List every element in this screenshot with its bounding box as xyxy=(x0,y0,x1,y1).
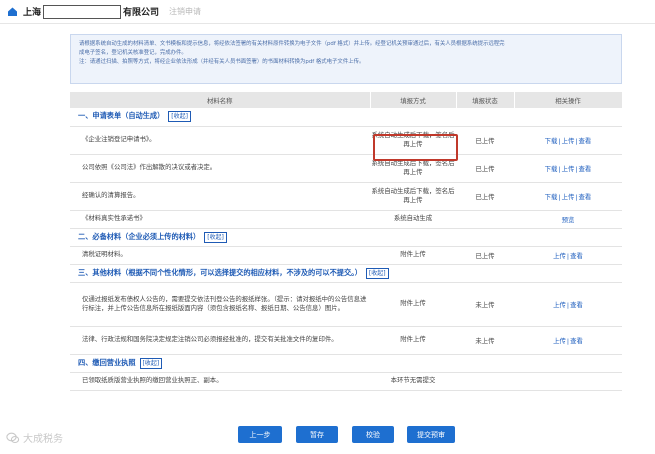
instruction-notice: 请根据系统自动生成的材料清单、文书模板和提示信息，将经依法签署的有关材料原件转换… xyxy=(70,34,622,84)
materials-table: 材料名称 填报方式 填报状态 相关操作 一、申请表单（自动生成） [收起] 《企业… xyxy=(70,92,623,391)
material-name: 仅通过报纸发布债权人公告的，需要提交依法刊登公告的报纸样张。（提示：请对报纸中的… xyxy=(70,282,370,327)
view-link[interactable]: 查看 xyxy=(570,252,583,260)
fill-status xyxy=(456,372,514,391)
fill-method: 系统自动生成后下载，签名后再上传 xyxy=(370,154,456,183)
col-header-ops: 相关操作 xyxy=(514,92,623,108)
row-operations: 上传|查看 xyxy=(514,246,622,265)
col-header-status: 填报状态 xyxy=(456,92,515,108)
material-name: 公司依照《公司法》作出解散的决议或者决定。 xyxy=(70,154,370,183)
table-row: 经确认的清算报告。 系统自动生成后下载，签名后再上传 已上传 下载|上传|查看 xyxy=(70,182,622,211)
company-name-prefix: 上海 xyxy=(23,8,42,18)
row-operations: 上传|查看 xyxy=(514,282,622,327)
col-header-method: 填报方式 xyxy=(370,92,457,108)
fill-status: 已上传 xyxy=(456,126,514,155)
fill-status: 已上传 xyxy=(456,154,514,183)
redacted-company-name xyxy=(43,4,122,19)
collapse-button[interactable]: [收起] xyxy=(365,267,389,279)
table-row: 已领取纸质版营业执照的缴回营业执照正、副本。 本环节无需提交 xyxy=(70,372,622,391)
row-operations: 预览 xyxy=(514,210,622,229)
upload-link[interactable]: 上传 xyxy=(553,337,566,345)
fill-method: 附件上传 xyxy=(370,326,456,355)
material-name: 已领取纸质版营业执照的缴回营业执照正、副本。 xyxy=(70,372,370,391)
upload-link[interactable]: 上传 xyxy=(562,137,575,145)
row-operations: 下载|上传|查看 xyxy=(514,182,622,211)
validate-button[interactable]: 校验 xyxy=(352,426,394,443)
prev-step-button[interactable]: 上一步 xyxy=(238,426,282,443)
view-link[interactable]: 查看 xyxy=(570,301,583,309)
fill-method: 系统自动生成后下载，签名后再上传 xyxy=(370,126,456,155)
notice-line-3: 注：请通过扫描、拍照等方式，将经企业依法形成（并经有关人员书面签署）的书面材料转… xyxy=(79,59,365,66)
fill-status xyxy=(456,210,514,229)
home-icon[interactable] xyxy=(6,6,18,18)
material-name: 清税证明材料。 xyxy=(70,246,370,265)
fill-method: 附件上传 xyxy=(370,282,456,327)
section-title: 四、缴回营业执照 xyxy=(78,357,136,367)
row-operations: 下载|上传|查看 xyxy=(514,154,622,183)
section-row-application-forms: 一、申请表单（自动生成） [收起] xyxy=(70,108,622,127)
section-row-return-license: 四、缴回营业执照 [收起] xyxy=(70,354,622,373)
upload-link[interactable]: 上传 xyxy=(553,301,566,309)
fill-method: 本环节无需提交 xyxy=(370,372,456,391)
col-header-name: 材料名称 xyxy=(70,92,371,108)
material-name: 《材料真实性承诺书》 xyxy=(70,210,370,229)
material-name: 法律、行政法规和国务院决定规定注销公司必须报经批准的，提交有关批准文件的复印件。 xyxy=(70,326,370,355)
table-row: 仅通过报纸发布债权人公告的，需要提交依法刊登公告的报纸样张。（提示：请对报纸中的… xyxy=(70,282,622,327)
fill-status: 未上传 xyxy=(456,326,514,355)
view-link[interactable]: 查看 xyxy=(570,337,583,345)
materials-table-wrapper: 材料名称 填报方式 填报状态 相关操作 一、申请表单（自动生成） [收起] 《企业… xyxy=(70,92,623,391)
section-title: 二、必备材料（企业必须上传的材料） xyxy=(78,231,201,241)
view-link[interactable]: 查看 xyxy=(579,193,592,201)
upload-link[interactable]: 上传 xyxy=(562,193,575,201)
fill-method: 附件上传 xyxy=(370,246,456,265)
row-operations: 上传|查看 xyxy=(514,326,622,355)
collapse-button[interactable]: [收起] xyxy=(139,357,163,369)
section-title: 三、其他材料（根据不同个性化情形，可以选择提交的相应材料，不涉及的可以不提交。） xyxy=(78,267,362,277)
table-row: 公司依照《公司法》作出解散的决议或者决定。 系统自动生成后下载，签名后再上传 已… xyxy=(70,154,622,183)
page-header: 上海 有限公司 注销申请 xyxy=(0,0,655,24)
row-operations: 下载|上传|查看 xyxy=(514,126,622,155)
view-link[interactable]: 查看 xyxy=(579,137,592,145)
breadcrumb: 注销申请 xyxy=(169,7,202,16)
fill-status: 未上传 xyxy=(456,282,514,327)
section-title: 一、申请表单（自动生成） xyxy=(78,111,165,121)
watermark-text: 大成税务 xyxy=(23,434,63,445)
table-row: 清税证明材料。 附件上传 已上传 上传|查看 xyxy=(70,246,622,265)
table-row: 法律、行政法规和国务院决定规定注销公司必须报经批准的，提交有关批准文件的复印件。… xyxy=(70,326,622,355)
download-link[interactable]: 下载 xyxy=(545,137,558,145)
fill-status: 已上传 xyxy=(456,182,514,211)
table-row: 《材料真实性承诺书》 系统自动生成 预览 xyxy=(70,210,622,229)
preview-link[interactable]: 预览 xyxy=(562,216,575,224)
notice-line-2: 成电子签名，登记机关核准登记，完成办件。 xyxy=(79,50,187,57)
row-operations xyxy=(514,372,622,391)
upload-link[interactable]: 上传 xyxy=(562,165,575,173)
watermark: 大成税务 xyxy=(6,430,63,445)
fill-method: 系统自动生成 xyxy=(370,210,456,229)
submit-review-button[interactable]: 提交预审 xyxy=(407,426,455,443)
section-row-required-materials: 二、必备材料（企业必须上传的材料） [收起] xyxy=(70,228,622,247)
collapse-button[interactable]: [收起] xyxy=(168,111,191,123)
fill-status: 已上传 xyxy=(456,246,514,265)
table-row: 《企业注销登记申请书》。 系统自动生成后下载，签名后再上传 已上传 下载|上传|… xyxy=(70,126,622,155)
download-link[interactable]: 下载 xyxy=(545,165,558,173)
wechat-logo-icon xyxy=(6,431,20,445)
notice-line-1: 请根据系统自动生成的材料清单、文书模板和提示信息，将经依法签署的有关材料原件转换… xyxy=(79,41,505,47)
upload-link[interactable]: 上传 xyxy=(553,252,566,260)
table-header-row: 材料名称 填报方式 填报状态 相关操作 xyxy=(70,92,623,108)
material-name: 经确认的清算报告。 xyxy=(70,182,370,211)
view-link[interactable]: 查看 xyxy=(579,165,592,173)
company-name-suffix: 有限公司 xyxy=(123,8,160,18)
fill-method: 系统自动生成后下载，签名后再上传 xyxy=(370,182,456,211)
download-link[interactable]: 下载 xyxy=(545,193,558,201)
action-button-bar: 上一步 暂存 校验 提交预审 xyxy=(0,426,655,444)
collapse-button[interactable]: [收起] xyxy=(204,231,227,243)
material-name: 《企业注销登记申请书》。 xyxy=(70,126,370,155)
section-row-other-materials: 三、其他材料（根据不同个性化情形，可以选择提交的相应材料，不涉及的可以不提交。）… xyxy=(70,264,622,283)
save-draft-button[interactable]: 暂存 xyxy=(296,426,338,443)
